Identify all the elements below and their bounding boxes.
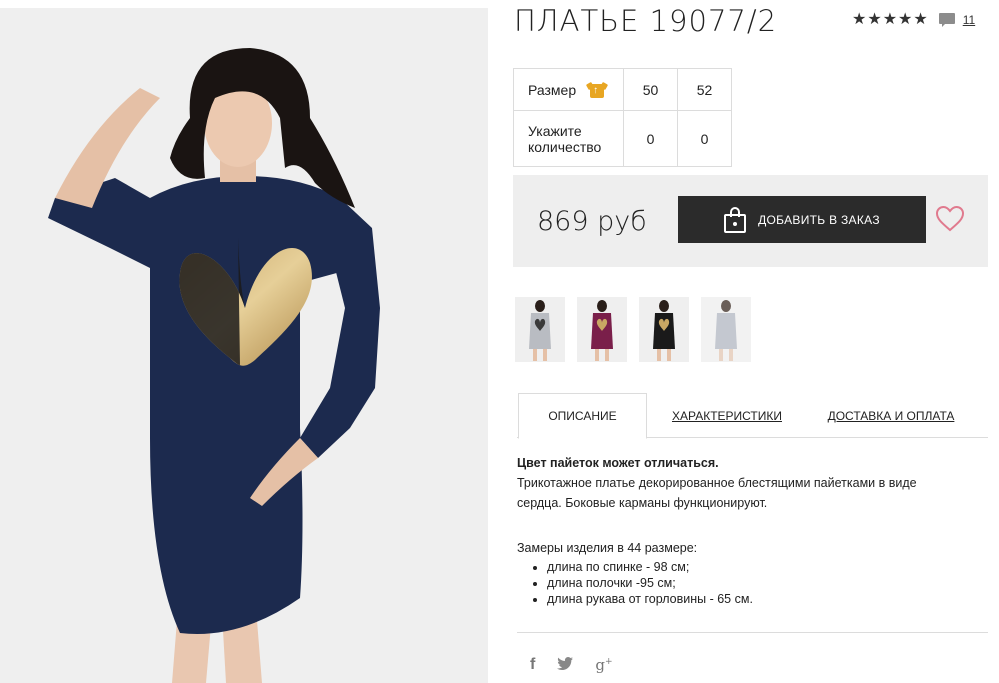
google-plus-icon[interactable]: g+ bbox=[595, 656, 612, 674]
quantity-label: Укажите количество bbox=[528, 122, 602, 155]
thumbnail-strip bbox=[515, 297, 751, 362]
wishlist-heart-icon[interactable] bbox=[936, 206, 964, 232]
quantity-input-50[interactable]: 0 bbox=[623, 110, 678, 167]
divider bbox=[517, 632, 988, 633]
thumbnail-black-dress[interactable] bbox=[639, 297, 689, 362]
rating-stars[interactable]: ★★★★★ bbox=[852, 12, 929, 28]
twitter-icon[interactable] bbox=[557, 656, 574, 674]
size-table: Размер ↑ 50 52 Укажите количество 0 0 bbox=[513, 68, 732, 167]
thumbnail-grey-dress[interactable] bbox=[515, 297, 565, 362]
facebook-icon[interactable]: f bbox=[530, 656, 535, 674]
list-item: длина рукава от горловины - 65 см. bbox=[547, 591, 957, 607]
tab-characteristics[interactable]: ХАРАКТЕРИСТИКИ bbox=[667, 393, 787, 438]
thumbnail-burgundy-dress[interactable] bbox=[577, 297, 627, 362]
product-price: 869 руб bbox=[537, 206, 647, 237]
product-tabs: ОПИСАНИЕ ХАРАКТЕРИСТИКИ ДОСТАВКА И ОПЛАТ… bbox=[517, 393, 988, 439]
review-count-link[interactable]: 11 bbox=[963, 13, 975, 27]
size-option-50: 50 bbox=[623, 68, 678, 111]
description-text: Трикотажное платье декорированное блестя… bbox=[517, 476, 917, 510]
size-chart-icon[interactable]: ↑ bbox=[586, 81, 609, 98]
list-item: длина полочки -95 см; bbox=[547, 575, 957, 591]
measurements-title: Замеры изделия в 44 размере: bbox=[517, 541, 698, 555]
thumbnail-light-grey-dress[interactable] bbox=[701, 297, 751, 362]
tab-description[interactable]: ОПИСАНИЕ bbox=[518, 393, 647, 439]
add-to-order-button[interactable]: ДОБАВИТЬ В ЗАКАЗ bbox=[678, 196, 926, 243]
social-share: f g+ bbox=[530, 656, 612, 674]
add-to-order-label: ДОБАВИТЬ В ЗАКАЗ bbox=[758, 212, 880, 227]
description-note: Цвет пайеток может отличаться. bbox=[517, 456, 719, 470]
product-main-photo[interactable] bbox=[0, 8, 488, 683]
tab-delivery-payment[interactable]: ДОСТАВКА И ОПЛАТА bbox=[827, 393, 955, 438]
product-title: ПЛАТЬЕ 19077/2 bbox=[514, 4, 778, 38]
shopping-bag-icon bbox=[724, 206, 747, 233]
comment-icon bbox=[938, 13, 955, 27]
list-item: длина по спинке - 98 см; bbox=[547, 559, 957, 575]
purchase-bar: 869 руб ДОБАВИТЬ В ЗАКАЗ bbox=[513, 175, 988, 267]
size-label: Размер bbox=[528, 81, 577, 98]
size-option-52: 52 bbox=[677, 68, 732, 111]
rating-block: ★★★★★ 11 bbox=[852, 12, 975, 28]
description-panel: Цвет пайеток может отличаться. Трикотажн… bbox=[517, 453, 957, 607]
measurements-list: длина по спинке - 98 см; длина полочки -… bbox=[547, 559, 957, 607]
quantity-input-52[interactable]: 0 bbox=[677, 110, 732, 167]
